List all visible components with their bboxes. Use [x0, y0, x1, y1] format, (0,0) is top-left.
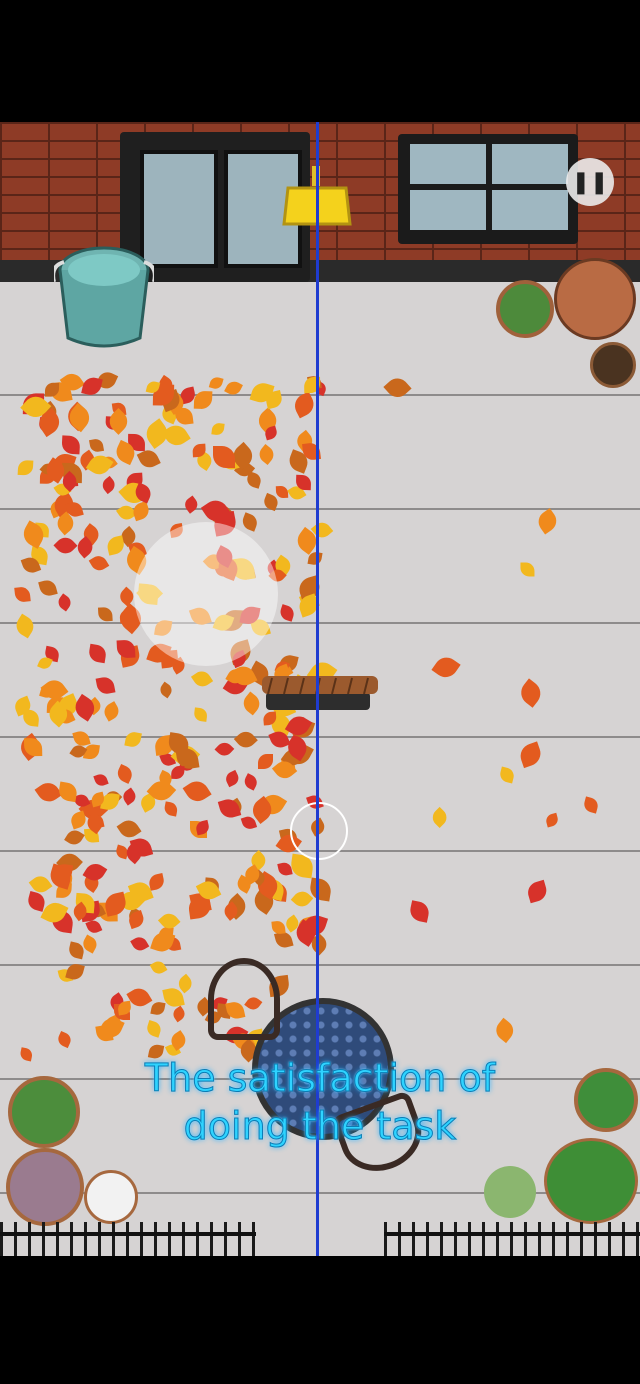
fence-rail-right	[384, 1232, 640, 1236]
fence-left	[0, 1222, 256, 1256]
caption-line-2: doing the task	[183, 1104, 457, 1149]
leafy-plant-pot	[544, 1138, 638, 1224]
window-pane	[492, 144, 568, 184]
window-pane	[492, 190, 568, 230]
window-pane	[410, 144, 486, 184]
bottom-black-bar	[0, 1256, 640, 1384]
leaf	[213, 445, 235, 468]
fence-rail-left	[0, 1232, 256, 1236]
window	[398, 134, 578, 244]
caption-line-1: The satisfaction of	[144, 1056, 496, 1101]
chair	[208, 958, 280, 1040]
drag-cursor[interactable]	[290, 802, 348, 860]
bucket-icon[interactable]	[54, 242, 154, 352]
fence-right	[384, 1222, 640, 1256]
plant-pot	[496, 280, 554, 338]
game-scene[interactable]: ❚❚ The satisfaction of doing the task	[0, 122, 640, 1256]
daisy-pot	[84, 1170, 138, 1224]
window-pane	[410, 190, 486, 230]
cabbage-plant	[484, 1166, 536, 1218]
caption-text: The satisfaction of doing the task	[0, 1054, 640, 1150]
top-black-bar	[0, 0, 640, 122]
pause-icon: ❚❚	[571, 169, 609, 195]
pause-button[interactable]: ❚❚	[566, 158, 614, 206]
touch-indicator	[134, 522, 278, 666]
succulent-pot	[554, 258, 636, 340]
plant-pot	[590, 342, 636, 388]
flower-pot	[6, 1148, 84, 1226]
